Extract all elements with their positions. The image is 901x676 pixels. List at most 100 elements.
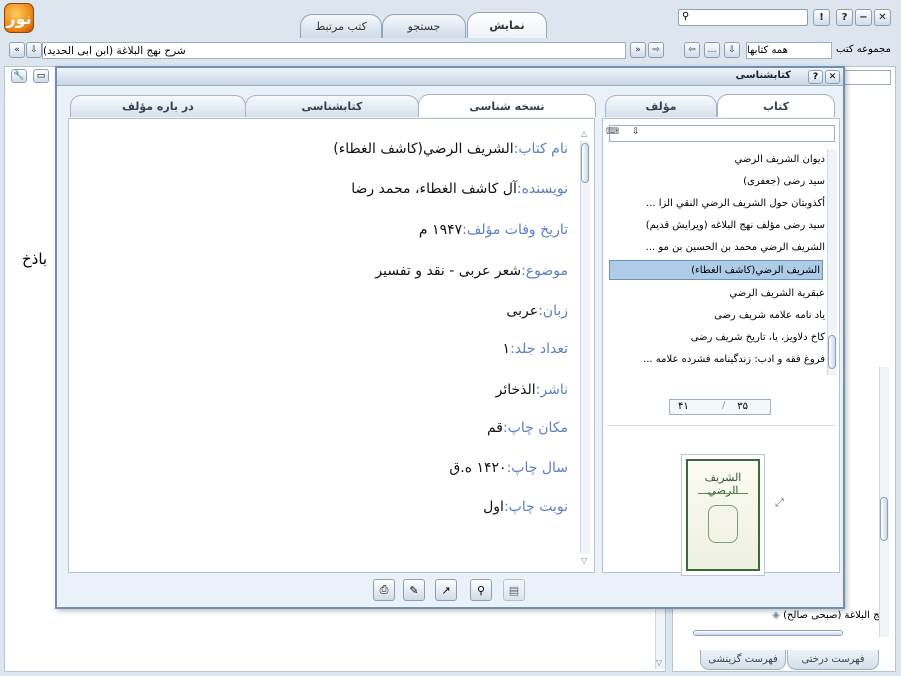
scroll-down-icon[interactable]: ▽ <box>581 556 587 565</box>
global-search-input[interactable]: ⚲ <box>678 9 808 26</box>
tab-tree-index[interactable]: فهرست درختی <box>787 650 879 670</box>
info-value: قم <box>486 420 503 436</box>
list-item[interactable]: یاد نامه علامه شریف رضی <box>714 306 825 326</box>
arrow-down-icon[interactable]: ⇩ <box>632 127 640 137</box>
book-icon: ◈ <box>772 610 780 621</box>
scroll-up-icon[interactable]: △ <box>581 129 587 138</box>
tab-manuscript-label: نسخه شناسی <box>469 99 545 113</box>
screen-icon: ▭ <box>36 71 46 81</box>
collection-select[interactable]: همه کتابها <box>746 42 832 59</box>
close-icon: ✕ <box>878 12 887 23</box>
list-item-label: ديوان الشريف الرضي <box>734 154 825 165</box>
book-path-field[interactable]: شرح نهج البلاغة (ابن ابی الحدید) <box>42 42 626 59</box>
book-info-panel: نام کتاب:الشريف الرضي(كاشف الغطاء) نویسن… <box>68 118 595 573</box>
info-label: سال چاپ: <box>506 460 568 476</box>
dialog-titlebar[interactable]: کتابشناسی ? ✕ <box>57 68 843 86</box>
book-arrow-icon: ↗ <box>441 583 451 597</box>
pager[interactable]: ۳۵ / ۴۱ <box>669 399 771 415</box>
tree-item[interactable]: نهج البلاغة (صبحی صالح) ◈ <box>772 610 887 621</box>
path-down-button[interactable]: ⇩ <box>26 42 42 58</box>
tab-search-label: جستجو <box>407 20 441 33</box>
logo-text: نور <box>6 8 32 28</box>
info-label: موضوع: <box>521 263 568 279</box>
more-button[interactable]: … <box>704 42 720 58</box>
list-item[interactable]: کاخ دلاویز، یا، تاریخ شریف رضی <box>691 328 825 348</box>
dialog-close-button[interactable]: ✕ <box>825 70 840 84</box>
book-list-panel: ⇩ ⌨ ديوان الشريف الرضي سید رضی (جعفری) أ… <box>602 118 840 576</box>
book-search-input[interactable]: ⇩ <box>609 125 835 142</box>
close-icon: ✕ <box>828 72 837 82</box>
info-button[interactable]: ! <box>813 9 830 26</box>
back-button[interactable]: ⇦ <box>684 42 700 58</box>
printer-icon: ⎙ <box>379 583 389 596</box>
magnifier-icon: ⚲ <box>476 583 486 597</box>
help-button[interactable]: ? <box>836 9 853 26</box>
help-icon: ? <box>812 72 819 82</box>
tab-selective-index[interactable]: فهرست گزینشی <box>700 650 786 670</box>
tab-book[interactable]: کتاب <box>717 94 835 117</box>
double-left-button[interactable]: « <box>9 42 25 58</box>
list-item-label: الشريف الرضي(كاشف الغطاء) <box>691 265 820 276</box>
tab-related-books[interactable]: کتب مرتبط <box>300 14 382 38</box>
list-item-label: أكذوبتان حول الشريف الرضي النقي الزا ... <box>646 198 825 209</box>
collection-value: همه کتابها <box>747 45 788 56</box>
tree-hscroll[interactable] <box>675 627 875 639</box>
search-button[interactable]: ⚲ <box>470 579 492 601</box>
tree-scroll-thumb[interactable] <box>880 497 888 541</box>
pager-separator: / <box>722 400 726 411</box>
info-value: اول <box>483 499 504 515</box>
minimize-button[interactable]: − <box>855 9 872 26</box>
list-scrollbar[interactable] <box>827 149 837 375</box>
info-value: شعر عربی - نقد و تفسیر <box>375 263 522 279</box>
book-path-text: شرح نهج البلاغة (ابن ابی الحدید) <box>43 44 186 57</box>
collection-down-button[interactable]: ⇩ <box>724 42 740 58</box>
info-label: ناشر: <box>535 382 568 398</box>
tab-manuscript[interactable]: نسخه شناسی <box>418 94 596 117</box>
info-scroll-thumb[interactable] <box>581 143 589 183</box>
notes-button[interactable]: ▤ <box>503 579 525 601</box>
info-scrollbar[interactable]: △ ▽ <box>580 129 590 565</box>
list-item-label: سید رضی (جعفری) <box>743 176 825 187</box>
list-item[interactable]: سید رضی مؤلف نهج البلاغه (ویرایش قدیم) <box>646 216 825 236</box>
tab-display[interactable]: نمایش <box>467 12 547 38</box>
hscroll-thumb[interactable] <box>693 630 843 636</box>
close-button[interactable]: ✕ <box>874 9 891 26</box>
cover-frame: الشريف الرضي <box>686 459 760 571</box>
book-cover-image[interactable]: الشريف الرضي <box>681 454 765 576</box>
forward-button[interactable]: ⇨ <box>648 42 664 58</box>
keyboard-icon[interactable]: ⌨ <box>606 127 619 137</box>
pager-total: ۴۱ <box>678 401 689 412</box>
list-item[interactable]: عبقرية الشريف الرضي <box>729 284 825 304</box>
tab-search[interactable]: جستجو <box>382 14 466 38</box>
list-item-selected[interactable]: الشريف الرضي(كاشف الغطاء) <box>609 260 823 280</box>
tools-button[interactable]: 🔧 <box>11 69 27 83</box>
info-value: الشريف الرضي(كاشف الغطاء) <box>333 141 514 157</box>
print-button[interactable]: ⎙ <box>373 579 395 601</box>
expand-icon[interactable]: ⤢ <box>775 496 784 510</box>
list-item-label: عبقرية الشريف الرضي <box>729 288 825 299</box>
tab-author[interactable]: مؤلف <box>605 95 717 117</box>
app-logo[interactable]: نور <box>4 3 34 33</box>
edit-button[interactable]: ✎ <box>403 579 425 601</box>
tab-bibliography[interactable]: کتابشناسی <box>245 95 419 117</box>
double-chevron-right-icon: » <box>635 45 641 55</box>
tab-book-label: کتاب <box>762 99 790 113</box>
dialog-help-button[interactable]: ? <box>808 70 823 84</box>
arrow-left-icon: ⇦ <box>688 45 696 55</box>
open-book-button[interactable]: ↗ <box>435 579 457 601</box>
list-item[interactable]: الشريف الرضي محمد بن الحسين بن مو ... <box>646 238 825 258</box>
list-item-label: الشريف الرضي محمد بن الحسين بن مو ... <box>645 242 825 253</box>
tab-author-label: مؤلف <box>645 100 677 113</box>
tab-about-author[interactable]: در باره مؤلف <box>70 95 246 117</box>
list-item[interactable]: سید رضی (جعفری) <box>743 172 825 192</box>
info-label: تعداد جلد: <box>510 341 568 357</box>
double-right-button[interactable]: » <box>630 42 646 58</box>
list-scroll-thumb[interactable] <box>828 335 836 369</box>
list-item[interactable]: ديوان الشريف الرضي <box>735 150 825 170</box>
list-item[interactable]: فروغ فقه و ادب: زندگینامه فشرده علامه ..… <box>643 350 825 370</box>
list-item[interactable]: أكذوبتان حول الشريف الرضي النقي الزا ... <box>646 194 825 214</box>
double-chevron-left-icon: « <box>14 45 20 55</box>
view-button[interactable]: ▭ <box>33 69 49 83</box>
tab-tree-index-label: فهرست درختی <box>801 654 865 665</box>
tree-scrollbar[interactable] <box>879 367 889 637</box>
